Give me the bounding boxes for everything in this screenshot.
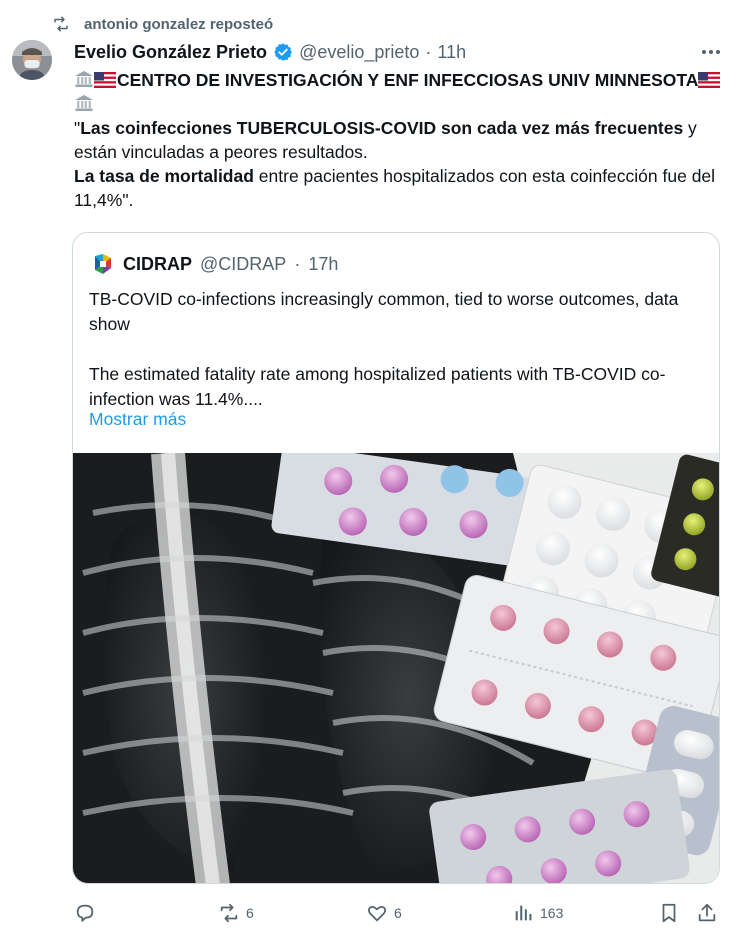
views-icon [515,905,532,921]
retweet-icon [220,903,238,923]
tweet-actions: 6 6 163 [0,896,744,930]
views-count: 163 [540,905,564,921]
quote-author-name[interactable]: CIDRAP [123,254,192,275]
tweet-line-2: "Las coinfecciones TUBERCULOSIS-COVID so… [74,116,724,164]
reply-button[interactable] [74,896,102,930]
bookmark-button[interactable] [658,896,680,930]
tweet-line-1: CENTRO DE INVESTIGACIÓN Y ENF INFECCIOSA… [74,68,724,116]
quote-paragraph-1: TB-COVID co-infections increasingly comm… [89,289,679,334]
cidrap-logo[interactable] [91,252,115,276]
bank-icon [75,95,93,111]
more-icon[interactable] [700,44,722,60]
tweet-line-3: La tasa de mortalidad entre pacientes ho… [74,164,724,212]
repost-icon [54,16,68,32]
tweet-header: Evelio González Prieto @evelio_prieto · … [74,40,466,64]
bookmark-icon [662,903,676,923]
retweet-count: 6 [246,905,254,921]
quote-image[interactable] [73,453,720,884]
quote-paragraph-2: The estimated fatality rate among hospit… [89,364,666,409]
tweet-time[interactable]: 11h [437,42,466,63]
views-button[interactable]: 163 [512,896,563,930]
quoted-tweet-card[interactable]: CIDRAP @CIDRAP · 17h TB-COVID co-infecti… [72,232,720,884]
like-count: 6 [394,905,402,921]
author-handle[interactable]: @evelio_prieto [299,42,419,63]
avatar-image [12,40,52,80]
tweet-bold-2: La tasa de mortalidad [74,166,254,186]
like-icon [367,905,387,922]
quote-meta-separator: · [294,253,301,274]
verified-badge-icon[interactable] [273,42,293,62]
repost-label: antonio gonzalez reposteó [84,15,274,33]
quote-author-handle[interactable]: @CIDRAP [200,254,286,275]
author-name[interactable]: Evelio González Prieto [74,42,267,63]
avatar[interactable] [12,40,52,80]
reply-icon [76,904,94,922]
us-flag-icon [698,72,721,88]
share-button[interactable] [696,896,718,930]
retweet-button[interactable]: 6 [218,896,254,930]
show-more-link[interactable]: Mostrar más [89,409,186,430]
repost-indicator[interactable]: antonio gonzalez reposteó [52,10,273,38]
tweet-bold-1: Las coinfecciones TUBERCULOSIS-COVID son… [80,118,684,138]
quote-time[interactable]: 17h [308,254,338,275]
bank-icon [75,71,93,87]
us-flag-icon [94,72,116,88]
meta-separator: · [425,41,432,62]
share-icon [698,903,716,922]
tweet-headline: CENTRO DE INVESTIGACIÓN Y ENF INFECCIOSA… [117,70,699,90]
quote-header: CIDRAP @CIDRAP · 17h [91,251,338,277]
like-button[interactable]: 6 [366,896,402,930]
tweet-text: CENTRO DE INVESTIGACIÓN Y ENF INFECCIOSA… [74,68,724,212]
